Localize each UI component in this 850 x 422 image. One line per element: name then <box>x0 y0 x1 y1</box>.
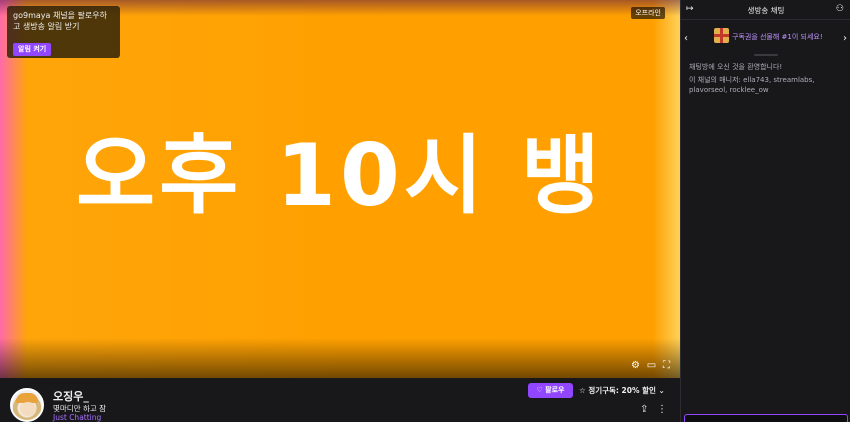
banner-pager <box>754 54 778 56</box>
follow-prompt-card: go9maya 채널을 팔로우하고 생방송 알림 받기 알림 켜기 <box>7 6 120 58</box>
chat-moderators-list: 이 채널의 매니저: ella743, streamlabs, plavorse… <box>689 76 815 94</box>
chat-title: 생방송 채팅 <box>747 6 785 15</box>
subscribe-button[interactable]: ☆ 정기구독: 20% 할인 ⌄ <box>579 383 665 398</box>
chat-panel: ↦ 생방송 채팅 ⚇ ‹ 구독권을 선물해 #1이 되세요! › 채팅방에 오신… <box>680 0 850 422</box>
category-link[interactable]: Just Chatting <box>53 413 101 422</box>
settings-icon[interactable]: ⚙ <box>630 360 641 371</box>
follow-button[interactable]: ♡ 팔로우 <box>528 383 573 398</box>
gift-banner-text: 구독권을 선물해 #1이 되세요! <box>732 33 823 41</box>
gift-sub-banner[interactable]: ‹ 구독권을 선물해 #1이 되세요! › <box>681 22 850 56</box>
app-root: 오후 10시 뱅 go9maya 채널을 팔로우하고 생방송 알림 받기 알림 … <box>0 0 850 422</box>
channel-info-bar <box>0 378 680 422</box>
video-player[interactable]: 오후 10시 뱅 go9maya 채널을 팔로우하고 생방송 알림 받기 알림 … <box>0 0 680 378</box>
chat-users-icon[interactable]: ⚇ <box>836 4 844 14</box>
avatar-face <box>20 402 36 416</box>
chat-input[interactable] <box>684 414 848 422</box>
follow-prompt-message: go9maya 채널을 팔로우하고 생방송 알림 받기 <box>13 11 107 31</box>
channel-name[interactable]: 오징우_ <box>53 388 89 404</box>
share-icon[interactable]: ⇪ <box>640 404 648 415</box>
chat-header: ↦ 생방송 채팅 ⚇ <box>681 0 850 20</box>
offline-badge: 오프라인 <box>631 7 665 19</box>
enable-notifications-button[interactable]: 알림 켜기 <box>13 43 52 56</box>
chevron-left-icon[interactable]: ‹ <box>684 33 688 44</box>
avatar[interactable] <box>10 388 44 422</box>
theatre-mode-icon[interactable]: ▭ <box>646 360 657 371</box>
fullscreen-icon[interactable]: ⛶ <box>661 360 672 371</box>
more-options-icon[interactable]: ⋮ <box>657 404 667 415</box>
offline-headline: 오후 10시 뱅 <box>75 126 605 226</box>
chevron-right-icon[interactable]: › <box>843 33 847 44</box>
gift-icon <box>714 28 729 43</box>
chat-welcome-message: 채팅방에 오신 것을 환영합니다! <box>689 63 783 71</box>
